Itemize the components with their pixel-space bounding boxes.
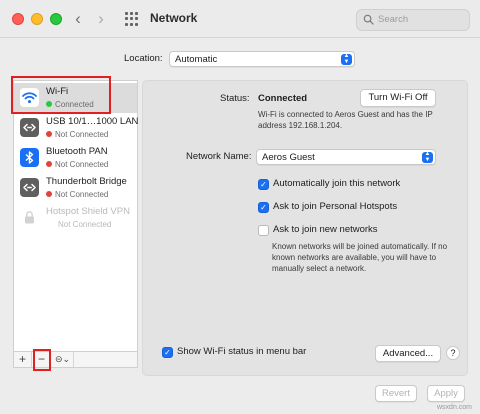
thunderbolt-bridge-icon bbox=[20, 178, 39, 197]
service-name: Bluetooth PAN bbox=[46, 146, 108, 157]
status-dot-icon bbox=[46, 191, 52, 197]
service-item-thunderbolt-bridge[interactable]: Thunderbolt Bridge Not Connected bbox=[14, 173, 137, 203]
status-description: Wi-Fi is connected to Aeros Guest and ha… bbox=[258, 110, 433, 130]
service-list: Wi-Fi Connected USB 10/1…1000 LAN Not Co… bbox=[13, 80, 138, 352]
ethernet-icon bbox=[20, 118, 39, 137]
new-networks-label: Ask to join new networks bbox=[273, 224, 378, 235]
revert-button[interactable]: Revert bbox=[375, 385, 417, 402]
service-status: Not Connected bbox=[46, 130, 108, 139]
close-window-button[interactable] bbox=[12, 13, 24, 25]
known-networks-description: Known networks will be joined automatica… bbox=[272, 242, 448, 273]
minimize-window-button[interactable] bbox=[31, 13, 43, 25]
forward-arrow-icon[interactable]: › bbox=[93, 9, 109, 29]
status-dot-icon bbox=[46, 131, 52, 137]
service-name: USB 10/1…1000 LAN bbox=[46, 116, 139, 127]
show-wifi-status-checkbox[interactable]: ✓ Show Wi-Fi status in menu bar bbox=[162, 346, 342, 360]
service-item-usb-lan[interactable]: USB 10/1…1000 LAN Not Connected bbox=[14, 113, 139, 143]
status-value: Connected bbox=[258, 93, 308, 104]
network-name-label: Network Name: bbox=[186, 151, 252, 162]
service-name: Thunderbolt Bridge bbox=[46, 176, 127, 187]
watermark: wsxdn.com bbox=[437, 404, 473, 411]
auto-join-label: Automatically join this network bbox=[273, 178, 401, 189]
service-item-bluetooth-pan[interactable]: Bluetooth PAN Not Connected bbox=[14, 143, 137, 173]
network-name-value: Aeros Guest bbox=[262, 152, 315, 163]
checkmark-icon: ✓ bbox=[162, 347, 173, 358]
show-all-grid-icon[interactable] bbox=[125, 12, 139, 26]
chevron-up-down-icon: ▲ ▼ bbox=[422, 151, 433, 163]
vpn-lock-icon bbox=[20, 208, 39, 227]
location-label: Location: bbox=[124, 53, 163, 64]
service-item-hotspot-shield-vpn[interactable]: Hotspot Shield VPN Not Connected bbox=[14, 203, 137, 233]
unchecked-box-icon bbox=[258, 225, 269, 236]
personal-hotspots-label: Ask to join Personal Hotspots bbox=[273, 201, 398, 212]
service-status: Not Connected bbox=[58, 220, 112, 229]
location-popup[interactable]: Automatic ▲ ▼ bbox=[169, 51, 355, 67]
search-icon bbox=[363, 14, 374, 25]
search-placeholder: Search bbox=[378, 14, 409, 25]
remove-highlight-annotation bbox=[33, 349, 51, 371]
chevron-up-down-icon: ▲ ▼ bbox=[341, 53, 352, 65]
turn-wifi-off-button[interactable]: Turn Wi-Fi Off bbox=[360, 89, 436, 107]
action-menu-button[interactable]: ⊝⌄ bbox=[52, 352, 74, 367]
personal-hotspots-checkbox[interactable]: ✓ Ask to join Personal Hotspots bbox=[258, 201, 438, 215]
status-dot-icon bbox=[46, 161, 52, 167]
network-name-popup[interactable]: Aeros Guest ▲ ▼ bbox=[256, 149, 436, 165]
checkmark-icon: ✓ bbox=[258, 179, 269, 190]
title-bar: ‹ › Network Search bbox=[0, 0, 480, 38]
service-name: Hotspot Shield VPN bbox=[46, 206, 130, 217]
new-networks-checkbox[interactable]: Ask to join new networks bbox=[258, 224, 438, 238]
checkmark-icon: ✓ bbox=[258, 202, 269, 213]
auto-join-checkbox[interactable]: ✓ Automatically join this network bbox=[258, 178, 438, 192]
window-title: Network bbox=[150, 11, 198, 25]
status-label: Status: bbox=[220, 93, 250, 104]
bluetooth-icon bbox=[20, 148, 39, 167]
advanced-button[interactable]: Advanced... bbox=[375, 345, 441, 362]
show-wifi-status-label: Show Wi-Fi status in menu bar bbox=[177, 346, 307, 357]
search-field[interactable]: Search bbox=[356, 9, 470, 31]
sidebar-toolbar: + − ⊝⌄ bbox=[13, 351, 138, 368]
help-button[interactable]: ? bbox=[446, 346, 460, 360]
apply-button[interactable]: Apply bbox=[427, 385, 465, 402]
back-arrow-icon[interactable]: ‹ bbox=[70, 9, 86, 29]
location-value: Automatic bbox=[175, 54, 218, 65]
service-status: Not Connected bbox=[46, 160, 108, 169]
add-service-button[interactable]: + bbox=[14, 352, 32, 367]
wifi-highlight-annotation bbox=[11, 76, 111, 114]
service-status: Not Connected bbox=[46, 190, 108, 199]
zoom-window-button[interactable] bbox=[50, 13, 62, 25]
network-preferences-window: ‹ › Network Search Location: Automatic ▲… bbox=[0, 0, 480, 414]
